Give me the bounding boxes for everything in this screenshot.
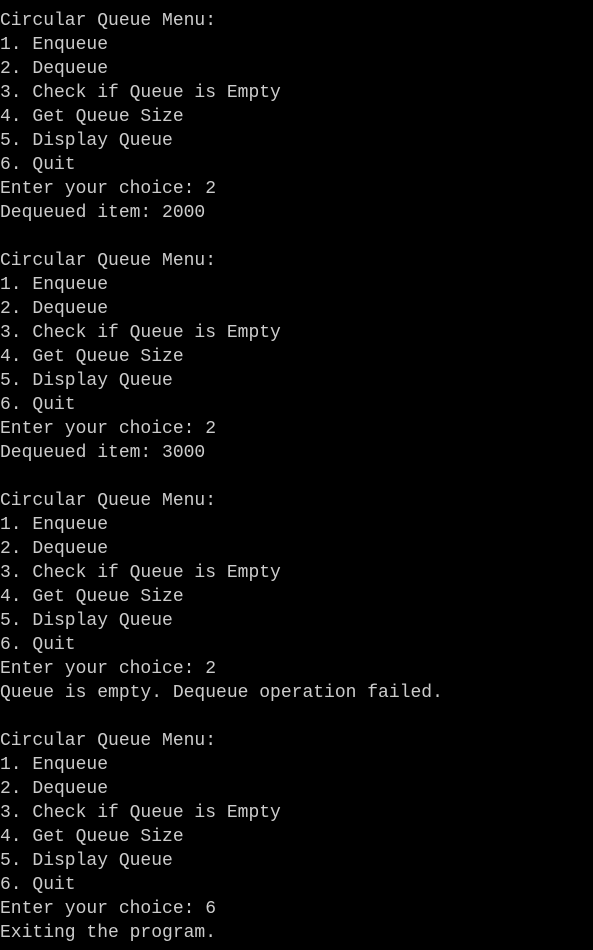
terminal-line: Circular Queue Menu: [0, 491, 217, 511]
terminal-line: Circular Queue Menu: [0, 11, 217, 31]
terminal-line: 1. Enqueue [0, 35, 109, 55]
terminal-line: 5. Display Queue [0, 851, 173, 871]
terminal-line: 4. Get Queue Size [0, 827, 184, 847]
terminal-line: 1. Enqueue [0, 755, 109, 775]
terminal-line: 3. Check if Queue is Empty [0, 563, 281, 583]
terminal-line: 3. Check if Queue is Empty [0, 323, 281, 343]
terminal-line: 2. Dequeue [0, 59, 109, 79]
terminal-line: 5. Display Queue [0, 611, 173, 631]
terminal-window[interactable]: Circular Queue Menu: 1. Enqueue 2. Dequeue… [0, 0, 593, 950]
terminal-line: Dequeued item: 2000 [0, 203, 206, 223]
terminal-line: 5. Display Queue [0, 371, 173, 391]
terminal-output: Circular Queue Menu: 1. Enqueue 2. Dequeue… [0, 9, 593, 945]
terminal-line: 2. Dequeue [0, 299, 109, 319]
terminal-line: Exiting the program. [0, 923, 217, 943]
terminal-line: Circular Queue Menu: [0, 731, 217, 751]
terminal-line: 1. Enqueue [0, 515, 109, 535]
terminal-line: Queue is empty. Dequeue operation failed… [0, 683, 443, 703]
terminal-line: 6. Quit [0, 635, 76, 655]
terminal-line: 4. Get Queue Size [0, 587, 184, 607]
terminal-line: 5. Display Queue [0, 131, 173, 151]
terminal-line: 3. Check if Queue is Empty [0, 803, 281, 823]
terminal-line: 2. Dequeue [0, 539, 109, 559]
terminal-line: Circular Queue Menu: [0, 251, 217, 271]
terminal-line: Dequeued item: 3000 [0, 443, 206, 463]
terminal-line: Enter your choice: 2 [0, 659, 217, 679]
terminal-line: 6. Quit [0, 395, 76, 415]
terminal-line: 2. Dequeue [0, 779, 109, 799]
terminal-line: 6. Quit [0, 875, 76, 895]
terminal-line: 1. Enqueue [0, 275, 109, 295]
terminal-line: 4. Get Queue Size [0, 107, 184, 127]
terminal-line: Enter your choice: 2 [0, 179, 217, 199]
terminal-line: Enter your choice: 2 [0, 419, 217, 439]
terminal-line: 3. Check if Queue is Empty [0, 83, 281, 103]
terminal-line: Enter your choice: 6 [0, 899, 217, 919]
terminal-line: 4. Get Queue Size [0, 347, 184, 367]
terminal-line: 6. Quit [0, 155, 76, 175]
